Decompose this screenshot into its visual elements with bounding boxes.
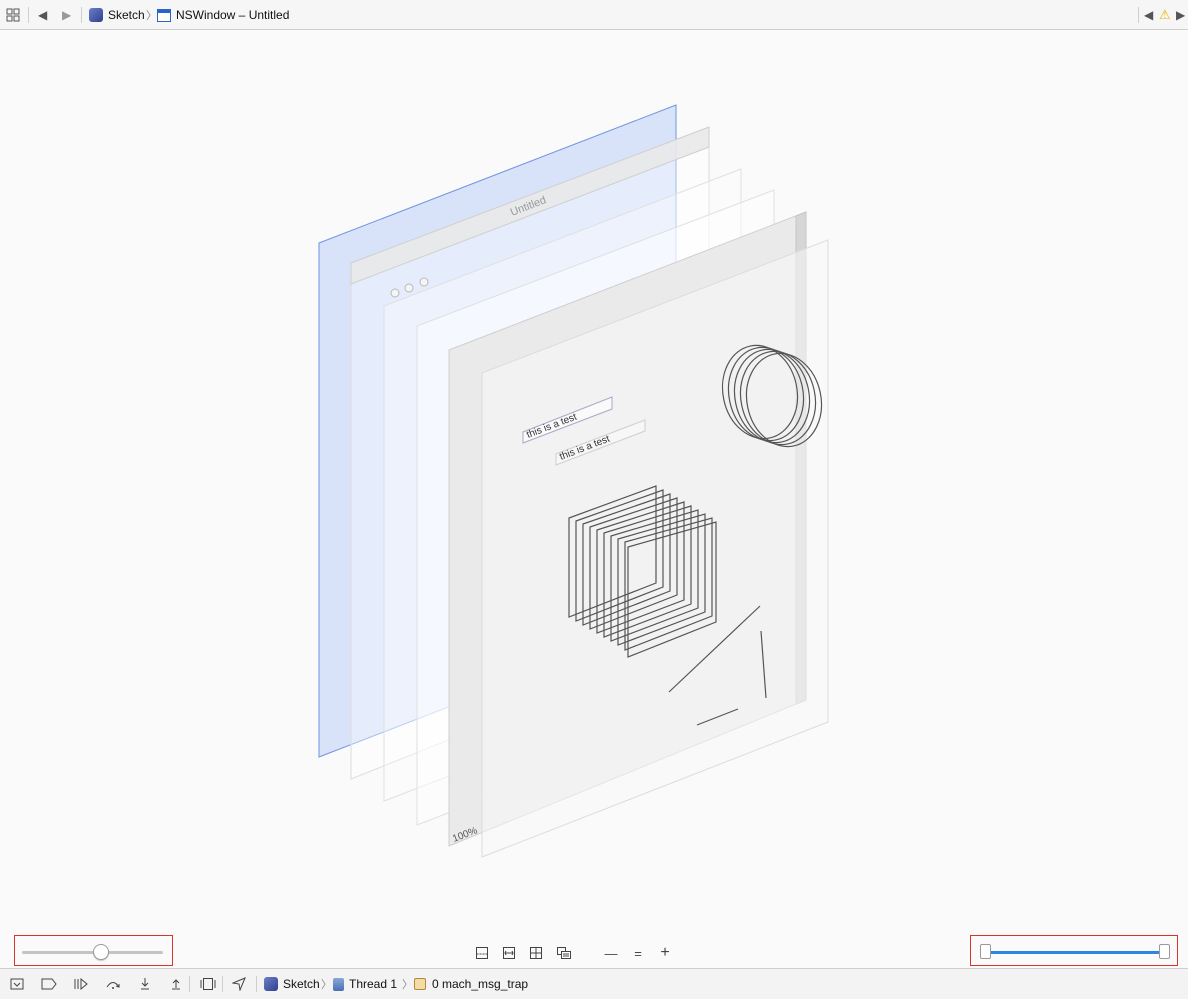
- zoom-out-icon[interactable]: —: [602, 945, 620, 961]
- sketch-app-icon: [89, 8, 103, 22]
- back-icon[interactable]: ◀: [38, 0, 47, 30]
- zoom-actual-icon[interactable]: =: [629, 945, 647, 961]
- thread-label: Thread 1: [349, 977, 398, 991]
- debug-breadcrumb-thread[interactable]: Thread 1: [333, 969, 397, 999]
- breadcrumb-chevron-icon: 〉: [321, 979, 332, 991]
- breadcrumb-app-label: Sketch: [108, 8, 145, 22]
- continue-icon[interactable]: [72, 976, 90, 992]
- zoom-in-icon[interactable]: +: [656, 944, 674, 961]
- spacing-slider[interactable]: [22, 944, 163, 960]
- show-clipped-content-icon[interactable]: [473, 945, 491, 961]
- breadcrumb-app[interactable]: Sketch: [89, 0, 145, 30]
- debug-breadcrumb-frame[interactable]: 0 mach_msg_trap: [414, 969, 528, 999]
- content-icon[interactable]: [555, 945, 573, 961]
- step-out-icon[interactable]: [167, 976, 185, 992]
- thread-icon: [333, 977, 344, 991]
- view-controls: — = +: [0, 935, 1188, 968]
- window-icon: [157, 8, 171, 22]
- jump-bar: ◀ ▶ Sketch 〉 NSWindow – Untitled ◀ ⚠ ▶: [0, 0, 1188, 30]
- related-items-icon[interactable]: [6, 0, 20, 30]
- breadcrumb-window-label: NSWindow – Untitled: [176, 8, 290, 22]
- process-label: Sketch: [283, 977, 320, 991]
- debug-breadcrumb-process[interactable]: Sketch: [264, 969, 320, 999]
- previous-issue-icon[interactable]: ◀: [1144, 0, 1153, 30]
- exploded-layers[interactable]: Untitled 100% this is a test this is a t…: [0, 30, 1188, 938]
- show-constraints-icon[interactable]: [500, 945, 518, 961]
- next-issue-icon[interactable]: ▶: [1176, 0, 1185, 30]
- breadcrumb-window[interactable]: NSWindow – Untitled: [157, 0, 289, 30]
- simulate-location-icon[interactable]: [230, 976, 248, 992]
- stack-frame-icon: [414, 978, 426, 990]
- hide-debug-area-icon[interactable]: [8, 976, 26, 992]
- breakpoints-icon[interactable]: [40, 976, 58, 992]
- step-into-icon[interactable]: [136, 976, 154, 992]
- range-slider-high-handle[interactable]: [1159, 944, 1170, 959]
- layer-range-slider[interactable]: [980, 944, 1170, 960]
- view-hierarchy-canvas[interactable]: Untitled 100% this is a test this is a t…: [0, 30, 1188, 938]
- breadcrumb-chevron-icon: 〉: [146, 10, 157, 22]
- warning-icon[interactable]: ⚠: [1159, 0, 1171, 30]
- frame-label: 0 mach_msg_trap: [432, 977, 529, 991]
- range-slider-fill: [985, 951, 1165, 954]
- spacing-slider-knob[interactable]: [93, 944, 110, 960]
- debug-view-hierarchy-icon[interactable]: [199, 976, 217, 992]
- forward-icon[interactable]: ▶: [62, 0, 71, 30]
- debug-bar: Sketch 〉 Thread 1 〉 0 mach_msg_trap: [0, 968, 1188, 999]
- wireframe-icon[interactable]: [527, 945, 545, 961]
- range-slider-low-handle[interactable]: [980, 944, 991, 959]
- step-over-icon[interactable]: [104, 976, 122, 992]
- breadcrumb-chevron-icon: 〉: [402, 979, 413, 991]
- sketch-app-icon: [264, 977, 278, 991]
